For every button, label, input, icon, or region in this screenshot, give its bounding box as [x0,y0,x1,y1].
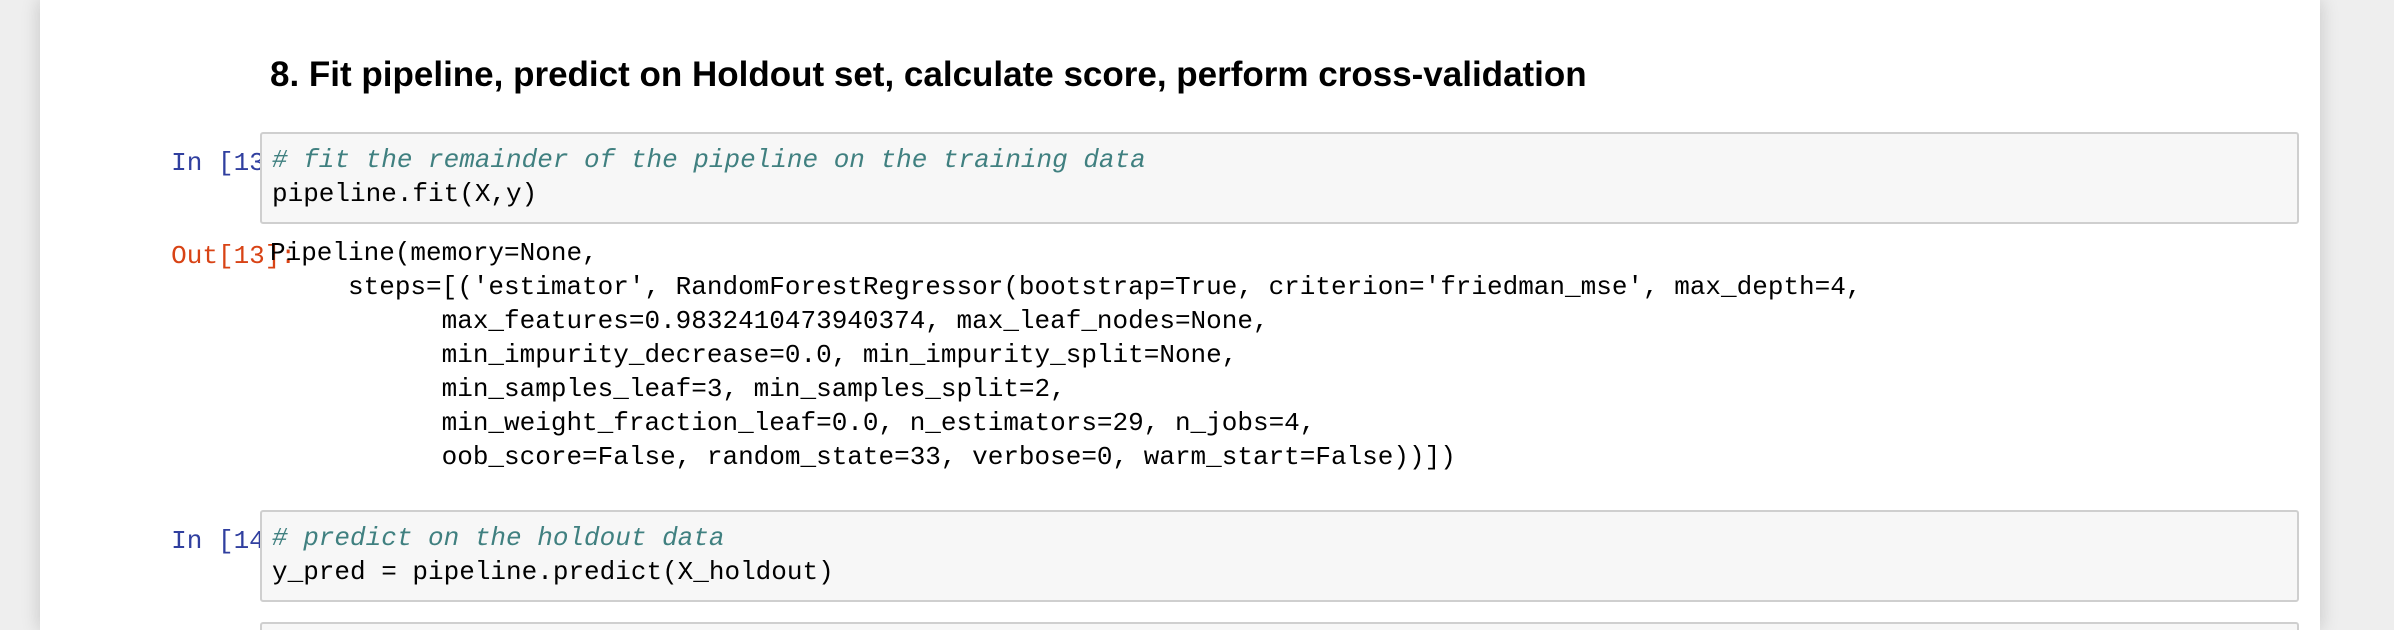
code-statement: pipeline.fit(X,y) [272,179,538,209]
output-line-2: steps=[('estimator', RandomForestRegress… [270,272,1862,302]
output-line-4: min_impurity_decrease=0.0, min_impurity_… [270,340,1238,370]
notebook-page: 8. Fit pipeline, predict on Holdout set,… [40,0,2320,630]
next-code-input-edge[interactable] [260,622,2299,630]
output-line-3: max_features=0.9832410473940374, max_lea… [270,306,1269,336]
output-line-7: oob_score=False, random_state=33, verbos… [270,442,1456,472]
pipeline-output: Pipeline(memory=None, steps=[('estimator… [270,236,1861,474]
code-input-14[interactable]: # predict on the holdout data y_pred = p… [260,510,2299,602]
code-input-13[interactable]: # fit the remainder of the pipeline on t… [260,132,2299,224]
code-statement: y_pred = pipeline.predict(X_holdout) [272,557,834,587]
output-line-6: min_weight_fraction_leaf=0.0, n_estimato… [270,408,1316,438]
output-cell-13: Out[13]: Pipeline(memory=None, steps=[('… [40,236,2320,482]
code-cell-14[interactable]: In [14]: # predict on the holdout data y… [40,508,2320,608]
code-comment: # predict on the holdout data [272,523,725,553]
code-cell-13[interactable]: In [13]: # fit the remainder of the pipe… [40,130,2320,230]
section-heading: 8. Fit pipeline, predict on Holdout set,… [270,55,1587,94]
output-line-1: Pipeline(memory=None, [270,238,598,268]
code-comment: # fit the remainder of the pipeline on t… [272,145,1146,175]
output-line-5: min_samples_leaf=3, min_samples_split=2, [270,374,1066,404]
out-prompt-13: Out[13]: [171,241,296,271]
